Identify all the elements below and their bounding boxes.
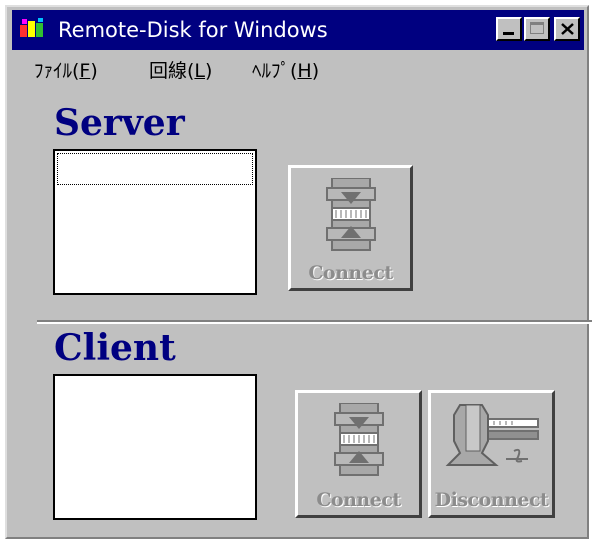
menu-bar: ﾌｧｲﾙ(F) 回線(L) ﾍﾙﾌﾟ(H) [12, 51, 584, 87]
minimize-icon [503, 32, 514, 35]
server-heading: Server [54, 102, 185, 144]
close-icon [561, 23, 574, 35]
menu-line[interactable]: 回線(L) [149, 56, 212, 83]
maximize-icon [530, 22, 544, 34]
client-disconnect-button[interactable]: Disconnect [428, 390, 555, 518]
server-list-focus-row[interactable] [57, 153, 253, 185]
menu-help[interactable]: ﾍﾙﾌﾟ(H) [252, 56, 319, 83]
client-heading: Client [54, 327, 176, 369]
client-disconnect-label: Disconnect [434, 489, 549, 511]
client-list[interactable] [53, 374, 257, 520]
server-connect-label: Connect [308, 262, 393, 284]
server-list[interactable] [53, 149, 257, 295]
client-connect-label: Connect [316, 489, 401, 511]
connect-icon [325, 178, 376, 251]
minimize-button[interactable] [496, 17, 522, 41]
app-icon [18, 17, 48, 43]
title-bar[interactable]: Remote-Disk for Windows [12, 10, 584, 50]
client-connect-button[interactable]: Connect [295, 390, 422, 518]
window-title: Remote-Disk for Windows [58, 18, 328, 42]
maximize-button[interactable] [524, 17, 550, 41]
disconnect-icon [445, 404, 539, 466]
menu-file[interactable]: ﾌｧｲﾙ(F) [34, 56, 98, 83]
close-button[interactable] [554, 17, 580, 41]
main-window: Remote-Disk for Windows ﾌｧｲﾙ(F) 回線(L) ﾍﾙ… [5, 5, 592, 539]
server-connect-button[interactable]: Connect [288, 165, 413, 291]
connect-icon [333, 403, 384, 476]
section-divider [37, 320, 592, 324]
